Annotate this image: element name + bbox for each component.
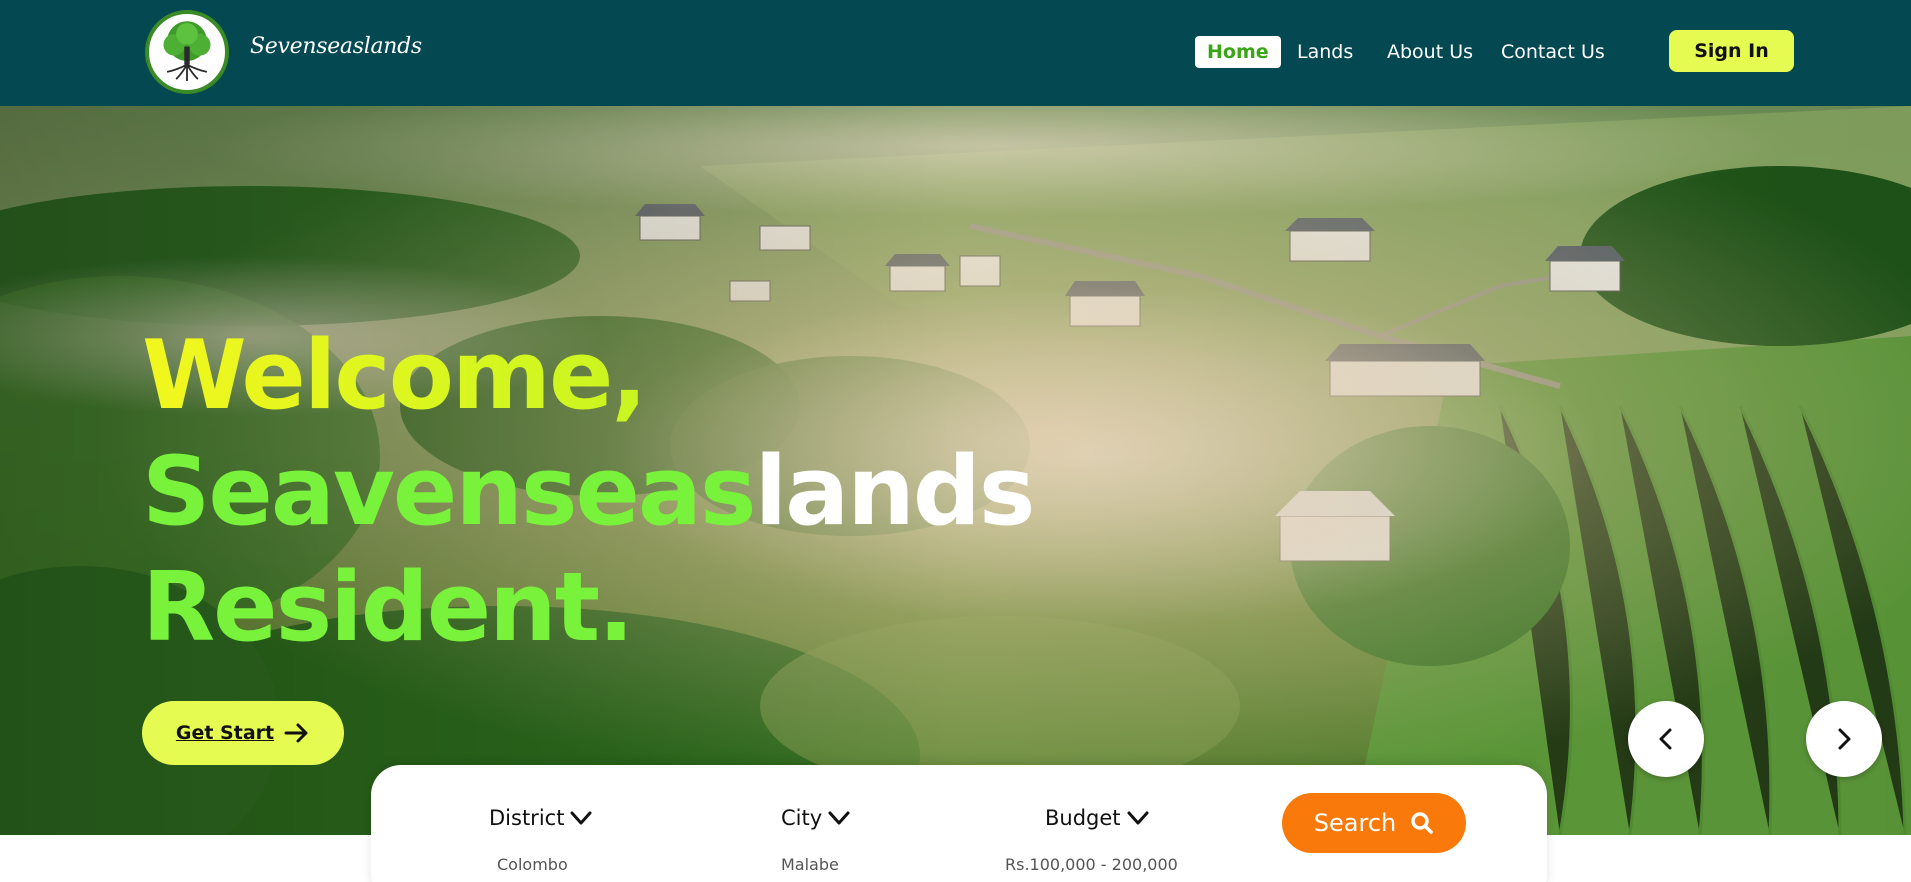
get-start-button[interactable]: Get Start	[142, 701, 344, 765]
chevron-right-icon	[1838, 728, 1851, 750]
chevron-down-icon	[1127, 811, 1149, 825]
search-label: Search	[1313, 809, 1397, 837]
headline-line-brand: Seavenseaslands	[142, 434, 1036, 550]
budget-dropdown[interactable]: Budget	[1045, 803, 1151, 833]
tree-logo-icon[interactable]	[145, 10, 229, 94]
headline-line-resident: Resident.	[142, 553, 634, 663]
nav-home[interactable]: Home	[1195, 36, 1281, 68]
district-value: Colombo	[497, 855, 568, 874]
search-panel: District Colombo City Malabe Budget Rs.1…	[371, 765, 1547, 882]
city-value: Malabe	[781, 855, 839, 874]
city-dropdown[interactable]: City	[781, 803, 852, 833]
sign-in-button[interactable]: Sign In	[1669, 30, 1794, 72]
nav-about-us[interactable]: About Us	[1387, 36, 1473, 68]
arrow-right-icon	[284, 723, 308, 743]
chevron-left-icon	[1659, 728, 1672, 750]
search-icon	[1411, 812, 1433, 834]
city-label: City	[781, 806, 823, 830]
hero-headline: Welcome, Seavenseaslands Resident.	[142, 318, 1036, 666]
headline-line-welcome: Welcome,	[142, 318, 1033, 434]
chevron-down-icon	[828, 811, 850, 825]
carousel-next-button[interactable]	[1806, 701, 1882, 777]
get-start-label: Get Start	[175, 722, 275, 744]
budget-label: Budget	[1045, 806, 1121, 830]
search-button[interactable]: Search	[1282, 793, 1466, 853]
top-navbar: Sevenseaslands Home Lands About Us Conta…	[0, 0, 1911, 106]
district-dropdown[interactable]: District	[489, 803, 594, 833]
brand-name[interactable]: Sevenseaslands	[250, 34, 422, 59]
budget-value: Rs.100,000 - 200,000	[1005, 855, 1178, 874]
hero-banner: Welcome, Seavenseaslands Resident. Get S…	[0, 106, 1911, 835]
nav-contact-us[interactable]: Contact Us	[1501, 36, 1605, 68]
headline-brand-green: Seavenseas	[142, 437, 757, 547]
nav-lands[interactable]: Lands	[1297, 36, 1353, 68]
carousel-prev-button[interactable]	[1628, 701, 1704, 777]
headline-brand-white: lands	[754, 437, 1036, 547]
district-label: District	[489, 806, 565, 830]
chevron-down-icon	[570, 811, 592, 825]
